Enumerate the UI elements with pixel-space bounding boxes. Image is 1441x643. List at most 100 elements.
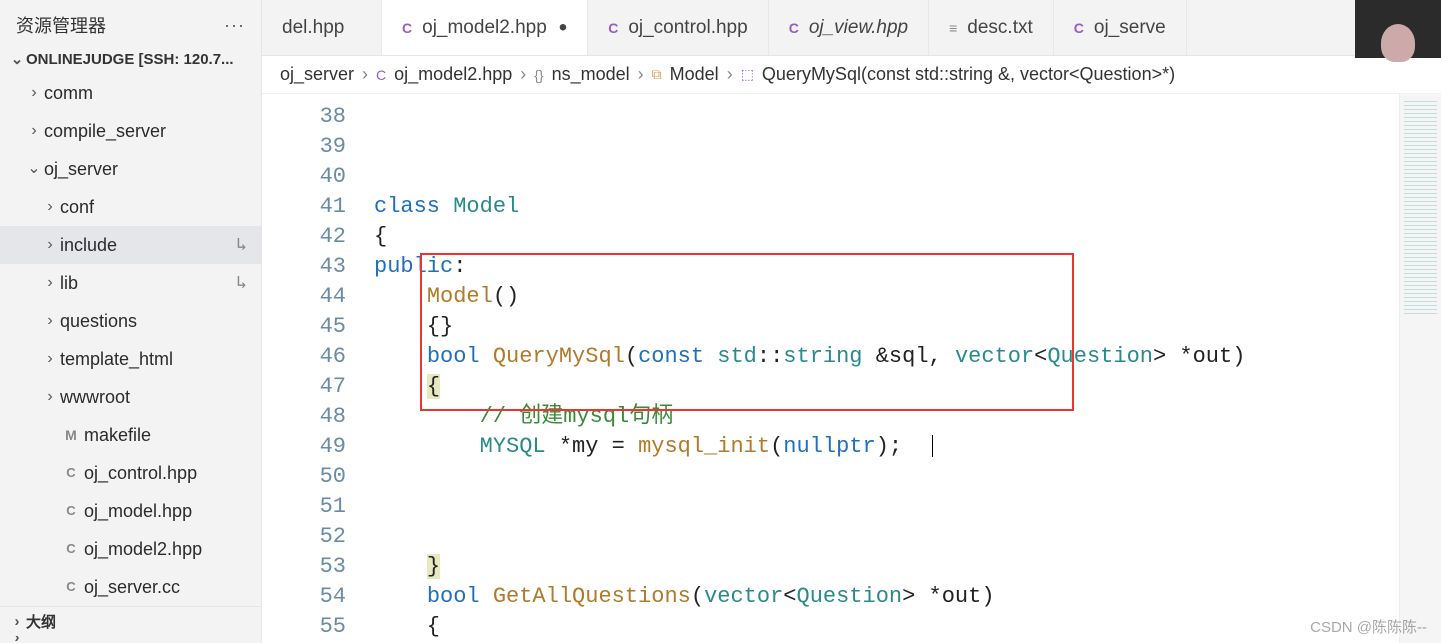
- file-item[interactable]: Coj_control.hpp: [0, 454, 261, 492]
- chevron-icon: ›: [24, 79, 44, 107]
- folder-label: include: [60, 231, 236, 259]
- method-icon: ⬚: [741, 66, 754, 83]
- outline-label: 大纲: [26, 611, 56, 632]
- folder-item[interactable]: ›comm: [0, 74, 261, 112]
- folder-item[interactable]: ›template_html: [0, 340, 261, 378]
- file-item[interactable]: Mmakefile: [0, 416, 261, 454]
- line-number: 39: [262, 132, 346, 162]
- code-line[interactable]: [374, 462, 1441, 492]
- folder-item[interactable]: ›compile_server: [0, 112, 261, 150]
- more-icon[interactable]: ···: [224, 15, 245, 36]
- breadcrumb-item[interactable]: Model: [670, 64, 719, 85]
- code-line[interactable]: bool GetAllQuestions(vector<Question> *o…: [374, 582, 1441, 612]
- tab[interactable]: Coj_control.hpp: [588, 0, 769, 55]
- line-number: 43: [262, 252, 346, 282]
- file-label: makefile: [84, 421, 257, 449]
- chevron-icon: ›: [40, 345, 60, 373]
- code-line[interactable]: // 创建mysql句柄: [374, 402, 1441, 432]
- line-number: 53: [262, 552, 346, 582]
- folder-label: comm: [44, 79, 257, 107]
- line-gutter: 383940414243444546474849505152535455: [262, 94, 374, 643]
- code-area[interactable]: class Model{public: Model() {} bool Quer…: [374, 94, 1441, 643]
- cpp-file-icon: C: [60, 573, 82, 601]
- code-line[interactable]: {: [374, 612, 1441, 642]
- file-label: oj_model2.hpp: [84, 535, 257, 563]
- folder-item[interactable]: ›conf: [0, 188, 261, 226]
- chevron-icon: ›: [40, 193, 60, 221]
- folder-item[interactable]: ›wwwroot: [0, 378, 261, 416]
- folder-label: conf: [60, 193, 257, 221]
- code-line[interactable]: }: [374, 552, 1441, 582]
- minimap[interactable]: [1399, 94, 1441, 643]
- code-line[interactable]: class Model: [374, 192, 1441, 222]
- folder-item[interactable]: ⌄oj_server: [0, 150, 261, 188]
- timeline-section[interactable]: ›: [0, 636, 261, 643]
- breadcrumb[interactable]: oj_server › C oj_model2.hpp › {} ns_mode…: [262, 56, 1441, 94]
- file-label: oj_model.hpp: [84, 497, 257, 525]
- folder-label: lib: [60, 269, 236, 297]
- code-line[interactable]: Model(): [374, 282, 1441, 312]
- chevron-right-icon: ›: [8, 613, 26, 630]
- breadcrumb-item[interactable]: QueryMySql(const std::string &, vector<Q…: [762, 64, 1175, 85]
- main: del.hppCoj_model2.hpp•Coj_control.hppCoj…: [262, 0, 1441, 643]
- chevron-icon: ›: [40, 269, 60, 297]
- line-number: 49: [262, 432, 346, 462]
- code-line[interactable]: {: [374, 222, 1441, 252]
- line-number: 48: [262, 402, 346, 432]
- chevron-down-icon: ⌄: [8, 50, 26, 68]
- folder-label: template_html: [60, 345, 257, 373]
- folder-item[interactable]: ›questions: [0, 302, 261, 340]
- line-number: 45: [262, 312, 346, 342]
- file-item[interactable]: Coj_server.cc: [0, 568, 261, 606]
- code-line[interactable]: [374, 522, 1441, 552]
- app-root: 资源管理器 ··· ⌄ ONLINEJUDGE [SSH: 120.7... ›…: [0, 0, 1441, 643]
- tab[interactable]: Coj_serve: [1054, 0, 1187, 55]
- avatar: [1355, 0, 1441, 58]
- chevron-right-icon: ›: [638, 64, 644, 85]
- tab[interactable]: ≡desc.txt: [929, 0, 1054, 55]
- tab[interactable]: Coj_model2.hpp•: [382, 0, 588, 55]
- line-number: 47: [262, 372, 346, 402]
- code-line[interactable]: {}: [374, 312, 1441, 342]
- folder-label: wwwroot: [60, 383, 257, 411]
- link-badge: ↳: [236, 269, 257, 297]
- cpp-file-icon: C: [789, 20, 799, 36]
- project-root[interactable]: ⌄ ONLINEJUDGE [SSH: 120.7...: [0, 44, 261, 74]
- code-line[interactable]: bool QueryMySql(const std::string &sql, …: [374, 342, 1441, 372]
- breadcrumb-item[interactable]: oj_server: [280, 64, 354, 85]
- line-number: 41: [262, 192, 346, 222]
- tab[interactable]: Coj_view.hpp: [769, 0, 929, 55]
- code-line[interactable]: {: [374, 372, 1441, 402]
- code-line[interactable]: public:: [374, 252, 1441, 282]
- line-number: 54: [262, 582, 346, 612]
- file-item[interactable]: Coj_model.hpp: [0, 492, 261, 530]
- breadcrumb-item[interactable]: oj_model2.hpp: [394, 64, 512, 85]
- tab-label: del.hpp: [282, 17, 344, 39]
- chevron-right-icon: ›: [8, 636, 26, 643]
- code-line[interactable]: [374, 492, 1441, 522]
- file-item[interactable]: Coj_model2.hpp: [0, 530, 261, 568]
- code-line[interactable]: MYSQL *my = mysql_init(nullptr);: [374, 432, 1441, 462]
- watermark: CSDN @陈陈陈--: [1310, 616, 1427, 637]
- folder-item[interactable]: ›lib↳: [0, 264, 261, 302]
- editor[interactable]: 383940414243444546474849505152535455 cla…: [262, 94, 1441, 643]
- chevron-right-icon: ›: [520, 64, 526, 85]
- cpp-file-icon: C: [1074, 20, 1084, 36]
- sidebar-header: 资源管理器 ···: [0, 0, 261, 44]
- folder-item[interactable]: ›include↳: [0, 226, 261, 264]
- tab[interactable]: del.hpp: [262, 0, 382, 55]
- dirty-indicator: •: [559, 23, 567, 33]
- sidebar: 资源管理器 ··· ⌄ ONLINEJUDGE [SSH: 120.7... ›…: [0, 0, 262, 643]
- chevron-icon: ›: [40, 383, 60, 411]
- project-name: ONLINEJUDGE [SSH: 120.7...: [26, 51, 234, 68]
- outline-section[interactable]: › 大纲: [0, 606, 261, 636]
- tab-label: oj_control.hpp: [628, 17, 747, 39]
- breadcrumb-item[interactable]: ns_model: [552, 64, 630, 85]
- line-number: 44: [262, 282, 346, 312]
- line-number: 55: [262, 612, 346, 642]
- tab-label: oj_serve: [1094, 17, 1166, 39]
- makefile-icon: M: [60, 421, 82, 449]
- chevron-icon: ⌄: [24, 155, 44, 183]
- folder-label: oj_server: [44, 155, 257, 183]
- line-number: 52: [262, 522, 346, 552]
